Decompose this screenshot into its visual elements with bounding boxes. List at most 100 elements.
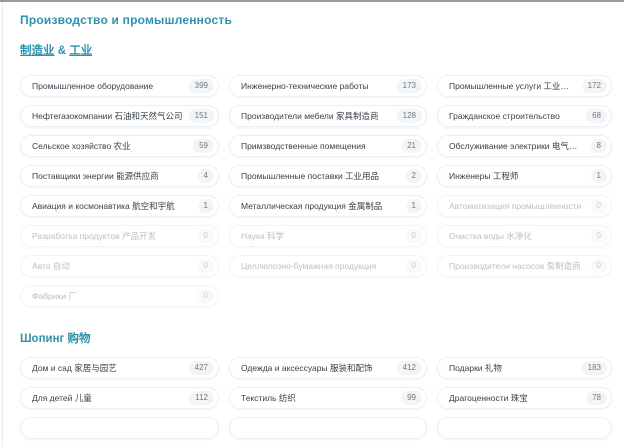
- category-count-badge: 427: [189, 361, 214, 375]
- category-pill[interactable]: Авиация и космонавтика 航空和宇航 1: [20, 195, 219, 217]
- category-count-badge: 68: [586, 109, 607, 123]
- category-pill[interactable]: Инженеры 工程师 1: [437, 165, 612, 187]
- category-label: Фабрики 厂: [32, 290, 83, 302]
- grid-column: Промышленные услуги 工业服务172 Гражданское с…: [437, 75, 612, 285]
- category-label: Авиация и космонавтика 航空和宇航: [32, 200, 181, 212]
- category-pill[interactable]: Обслуживание электрики 电气维护8: [437, 135, 612, 157]
- category-grid-shopping: Дом и сад 家居与园艺 427 Для детей 儿童 112 Одежда …: [20, 357, 612, 447]
- category-count-badge: 1: [198, 199, 214, 213]
- category-count-badge: 0: [591, 199, 607, 213]
- category-pill[interactable]: Текстиль 纺织 99: [229, 387, 427, 409]
- category-pill[interactable]: Металлическая продукция 金属制品 1: [229, 195, 427, 217]
- category-label: Автоматизация промышленности: [449, 201, 587, 211]
- category-pill: [20, 417, 219, 439]
- category-count-badge: 0: [406, 259, 422, 273]
- category-pill[interactable]: Поставщики энергии 能源供应商 4: [20, 165, 219, 187]
- category-count-badge: 0: [591, 229, 607, 243]
- category-count-badge: 112: [189, 391, 214, 405]
- category-label: Сельское хозяйство 农业: [32, 140, 137, 152]
- grid-column: Промышленное оборудование 399 Нефтегазоком…: [20, 75, 219, 315]
- category-label: Промышленные поставки 工业用品: [241, 170, 385, 182]
- category-grid-manufacturing: Промышленное оборудование 399 Нефтегазоком…: [20, 75, 612, 315]
- category-pill[interactable]: Примзводственные помещения 21: [229, 135, 427, 157]
- category-pill[interactable]: Автоматизация промышленности 0: [437, 195, 612, 217]
- category-pill: [437, 417, 612, 439]
- category-pill[interactable]: Гражданское строительство 68: [437, 105, 612, 127]
- section-heading-shopping: Шопинг 购物: [20, 333, 612, 346]
- category-label: Промышленные услуги 工业服务: [449, 80, 582, 92]
- category-label: Для детей 儿童: [32, 392, 98, 404]
- category-count-badge: 59: [193, 139, 214, 153]
- category-label: Примзводственные помещения: [241, 141, 372, 151]
- category-count-badge: 173: [397, 79, 422, 93]
- category-pill[interactable]: Одежда и аксессуары 服装和配饰 412: [229, 357, 427, 379]
- category-pill[interactable]: Разработка продуктов 产品开发 0: [20, 225, 219, 247]
- category-pill[interactable]: Инженерно-технические работы 173: [229, 75, 427, 97]
- category-label: Промышленное оборудование: [32, 81, 159, 91]
- category-label: Производители мебели 家具制造商: [241, 110, 384, 122]
- category-label: Дом и сад 家居与园艺: [32, 362, 123, 374]
- category-count-badge: 0: [591, 259, 607, 273]
- category-label: Инженеры 工程师: [449, 170, 524, 182]
- heading-text: &: [55, 45, 70, 57]
- category-label: Металлическая продукция 金属制品: [241, 200, 388, 212]
- category-pill[interactable]: Сельское хозяйство 农业 59: [20, 135, 219, 157]
- heading-text: Шопинг 购物: [20, 333, 91, 345]
- category-count-badge: 183: [582, 361, 607, 375]
- category-count-badge: 0: [406, 229, 422, 243]
- category-count-badge: 0: [198, 289, 214, 303]
- category-label: Обслуживание электрики 电气维护: [449, 140, 591, 152]
- category-count-badge: 0: [198, 229, 214, 243]
- category-count-badge: 99: [401, 391, 422, 405]
- category-pill: [229, 417, 427, 439]
- category-count-badge: 8: [591, 139, 607, 153]
- category-count-badge: 1: [591, 169, 607, 183]
- category-count-badge: 0: [198, 259, 214, 273]
- category-label: Одежда и аксессуары 服装和配饰: [241, 362, 378, 374]
- category-count-badge: 412: [397, 361, 422, 375]
- category-label: Разработка продуктов 产品开发: [32, 230, 162, 242]
- category-label: Очистка воды 水净化: [449, 230, 538, 242]
- category-count-badge: 21: [401, 139, 422, 153]
- category-count-badge: 128: [397, 109, 422, 123]
- category-count-badge: 151: [189, 109, 214, 123]
- category-pill[interactable]: Наука 科学 0: [229, 225, 427, 247]
- category-label: Авто 自动: [32, 260, 76, 272]
- category-pill[interactable]: Нефтегазокомпании 石油和天然气公司151: [20, 105, 219, 127]
- category-count-badge: 1: [406, 199, 422, 213]
- category-label: Производители насосов 泵制造商: [449, 260, 587, 272]
- category-label: Подарки 礼物: [449, 362, 508, 374]
- category-pill[interactable]: Промышленные поставки 工业用品 2: [229, 165, 427, 187]
- category-label: Нефтегазокомпании 石油和天然气公司: [32, 110, 189, 122]
- category-label: Гражданское строительство: [449, 111, 566, 121]
- category-pill[interactable]: Очистка воды 水净化 0: [437, 225, 612, 247]
- category-pill[interactable]: Производители мебели 家具制造商 128: [229, 105, 427, 127]
- page-title: Производство и промышленность: [20, 14, 612, 27]
- category-count-badge: 2: [406, 169, 422, 183]
- category-pill[interactable]: Промышленные услуги 工业服务172: [437, 75, 612, 97]
- category-count-badge: 4: [198, 169, 214, 183]
- category-label: Текстиль 纺织: [241, 392, 302, 404]
- category-pill[interactable]: Целлюлозно-бумажная продукция0: [229, 255, 427, 277]
- section-heading-manufacturing: 制造业 & 工业: [20, 45, 612, 58]
- category-pill[interactable]: Фабрики 厂 0: [20, 285, 219, 307]
- category-label: Поставщики энергии 能源供应商: [32, 170, 165, 182]
- grid-column: Одежда и аксессуары 服装和配饰 412 Текстиль 纺织 9…: [229, 357, 427, 447]
- category-pill[interactable]: Авто 自动 0: [20, 255, 219, 277]
- grid-column: Инженерно-технические работы 173 Производи…: [229, 75, 427, 285]
- sections-container: 制造业 & 工业 Промышленное оборудование 399 Нефт…: [20, 45, 612, 447]
- category-pill[interactable]: Для детей 儿童 112: [20, 387, 219, 409]
- category-count-badge: 399: [189, 79, 214, 93]
- category-pill[interactable]: Драгоценности 珠宝78: [437, 387, 612, 409]
- heading-link[interactable]: 制造业: [20, 45, 55, 57]
- page: Производство и промышленность 制造业 & 工业 Пр…: [2, 2, 624, 447]
- category-label: Наука 科学: [241, 230, 290, 242]
- category-count-badge: 78: [586, 391, 607, 405]
- category-pill[interactable]: Дом и сад 家居与园艺 427: [20, 357, 219, 379]
- category-pill[interactable]: Подарки 礼物 183: [437, 357, 612, 379]
- grid-column: Подарки 礼物 183 Драгоценности 珠宝78: [437, 357, 612, 447]
- category-pill[interactable]: Промышленное оборудование 399: [20, 75, 219, 97]
- category-label: Инженерно-технические работы: [241, 81, 374, 91]
- heading-link[interactable]: 工业: [69, 45, 92, 57]
- category-pill[interactable]: Производители насосов 泵制造商 0: [437, 255, 612, 277]
